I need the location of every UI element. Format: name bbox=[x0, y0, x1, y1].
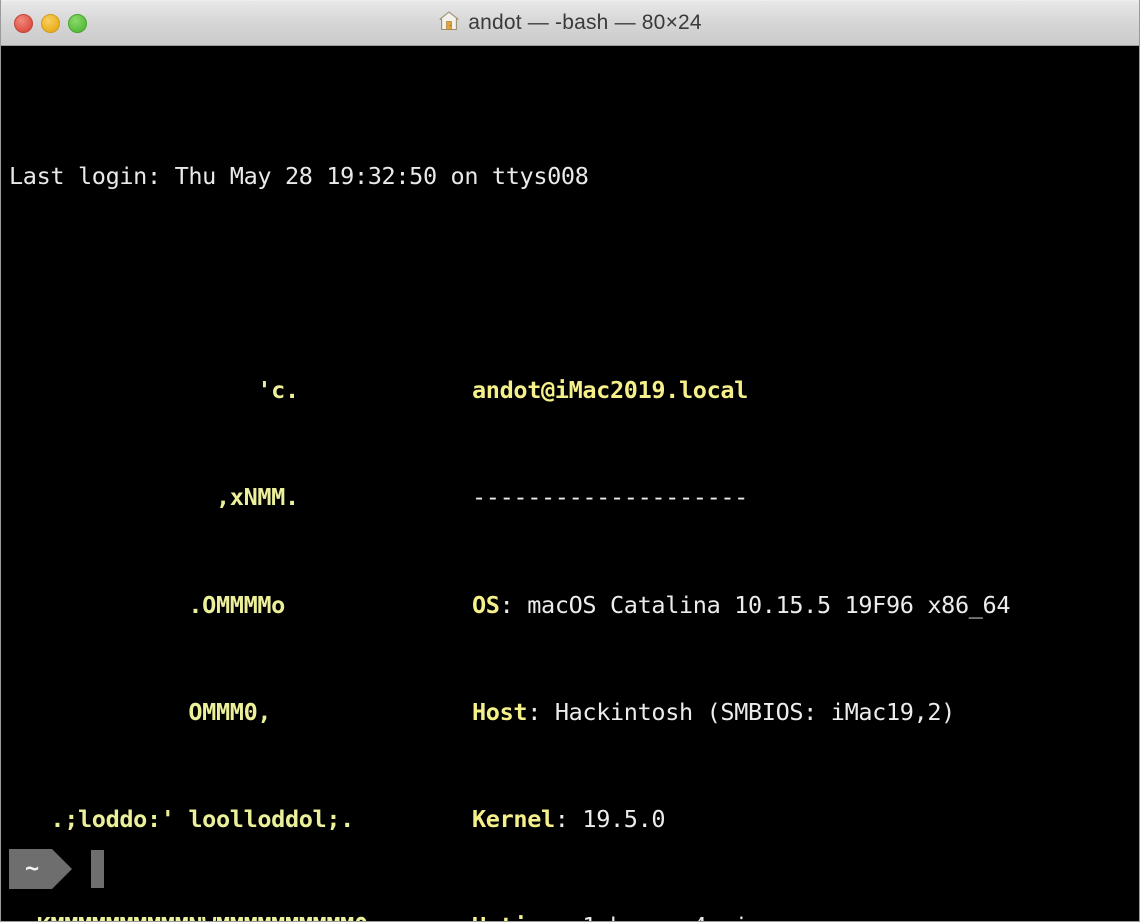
art-line: cKMMMMMMMMMMNWMMMMMMMMMM0: bbox=[9, 909, 469, 921]
info-key-host: Host bbox=[472, 697, 528, 726]
window-controls bbox=[14, 13, 87, 33]
terminal-content[interactable]: Last login: Thu May 28 19:32:50 on ttys0… bbox=[1, 46, 1139, 921]
info-user-host-text: andot@iMac2019.local bbox=[472, 376, 748, 405]
maximize-button[interactable] bbox=[68, 13, 87, 33]
close-button[interactable] bbox=[14, 13, 33, 33]
info-value-kernel: 19.5.0 bbox=[582, 804, 666, 833]
minimize-button[interactable] bbox=[41, 13, 60, 33]
last-login-line: Last login: Thu May 28 19:32:50 on ttys0… bbox=[9, 162, 589, 191]
info-row-host: Host: Hackintosh (SMBIOS: iMac19,2) bbox=[472, 697, 956, 726]
info-value-uptime: 1 hour, 4 mins bbox=[582, 912, 776, 921]
shell-prompt[interactable]: ~ bbox=[9, 849, 104, 889]
prompt-arrow-icon bbox=[51, 849, 72, 889]
window-title: andot — -bash — 80×24 bbox=[468, 11, 702, 34]
art-line: .OMMMMo bbox=[9, 590, 285, 619]
text-cursor bbox=[90, 850, 104, 888]
ascii-art-apple-logo: 'c. ,xNMM. .OMMMMo OMMM0, .;loddo:' lool… bbox=[9, 302, 469, 921]
info-user-host: andot@iMac2019.local bbox=[472, 373, 1139, 409]
info-value-os: macOS Catalina 10.15.5 19F96 x86_64 bbox=[527, 590, 1011, 619]
info-row-kernel: Kernel: 19.5.0 bbox=[472, 804, 666, 833]
info-key-kernel: Kernel bbox=[472, 804, 555, 833]
art-line: .;loddo:' loolloddol;. bbox=[9, 804, 354, 833]
home-icon bbox=[438, 10, 460, 36]
info-value-host: Hackintosh (SMBIOS: iMac19,2) bbox=[554, 697, 956, 726]
info-key-os: OS bbox=[472, 590, 500, 619]
art-line: 'c. bbox=[9, 376, 299, 405]
art-line: ,xNMM. bbox=[9, 483, 299, 512]
info-key-uptime: Uptime bbox=[472, 912, 555, 921]
info-row-uptime: Uptime: 1 hour, 4 mins bbox=[472, 909, 1139, 921]
title-bar[interactable]: andot — -bash — 80×24 bbox=[1, 0, 1139, 46]
neofetch-output: 'c. ,xNMM. .OMMMMo OMMM0, .;loddo:' lool… bbox=[9, 302, 1139, 921]
title-bar-center: andot — -bash — 80×24 bbox=[1, 1, 1139, 45]
terminal-window: andot — -bash — 80×24 Last login: Thu Ma… bbox=[0, 0, 1140, 922]
info-row-os: OS: macOS Catalina 10.15.5 19F96 x86_64 bbox=[472, 590, 1011, 619]
art-line: OMMM0, bbox=[9, 697, 272, 726]
prompt-path-segment: ~ bbox=[9, 849, 52, 889]
info-separator: -------------------- bbox=[472, 483, 748, 512]
system-info-list: andot@iMac2019.local -------------------… bbox=[469, 302, 1139, 921]
